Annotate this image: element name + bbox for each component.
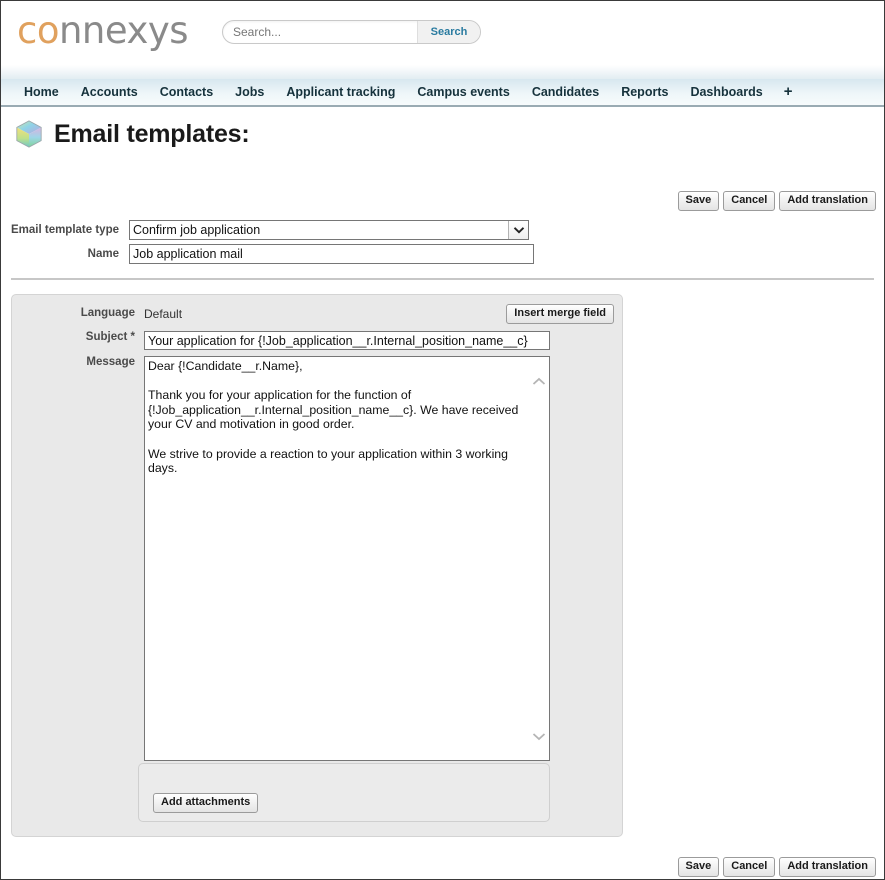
nav-item-accounts[interactable]: Accounts: [70, 79, 149, 105]
message-textarea-wrap: [144, 356, 550, 761]
cancel-button-bottom[interactable]: Cancel: [723, 857, 776, 877]
template-type-label: Email template type: [10, 224, 119, 236]
cube-icon: [16, 120, 42, 148]
template-type-row: Email template type Confirm job applicat…: [1, 220, 561, 240]
language-value: Default: [144, 307, 183, 321]
template-meta-form: Email template type Confirm job applicat…: [1, 220, 561, 268]
subject-input[interactable]: [144, 331, 550, 350]
page-header: connexys Search: [1, 1, 884, 65]
language-row: Language Default Insert merge field: [12, 295, 622, 324]
add-translation-button-bottom[interactable]: Add translation: [779, 857, 876, 877]
template-type-select[interactable]: Confirm job application: [129, 220, 529, 240]
translation-panel: Language Default Insert merge field Subj…: [11, 294, 623, 837]
chevron-up-icon[interactable]: [531, 373, 547, 389]
template-name-input[interactable]: [129, 244, 534, 264]
nav-item-contacts[interactable]: Contacts: [149, 79, 224, 105]
search-input[interactable]: [223, 21, 417, 43]
connexys-logo[interactable]: connexys: [17, 9, 189, 53]
subject-row: Subject *: [12, 324, 622, 350]
nav-item-candidates[interactable]: Candidates: [521, 79, 610, 105]
page-title-row: Email templates:: [1, 119, 250, 149]
save-button-top[interactable]: Save: [677, 191, 720, 211]
attachments-area: Add attachments: [138, 763, 550, 822]
nav-item-home[interactable]: Home: [13, 79, 70, 105]
search-button[interactable]: Search: [417, 21, 480, 43]
template-name-label: Name: [87, 248, 119, 260]
chevron-down-icon-scroll[interactable]: [531, 728, 547, 744]
add-translation-button-top[interactable]: Add translation: [779, 191, 876, 211]
bottom-action-buttons: Save Cancel Add translation: [677, 857, 876, 877]
message-textarea[interactable]: [144, 356, 550, 761]
logo-suffix: nnexys: [58, 9, 189, 52]
save-button-bottom[interactable]: Save: [677, 857, 720, 877]
app-window: connexys Search Home Accounts Contacts J…: [0, 0, 885, 880]
nav-item-reports[interactable]: Reports: [610, 79, 679, 105]
global-search: Search: [222, 20, 481, 44]
message-row: Message: [12, 350, 622, 761]
language-label: Language: [80, 307, 135, 319]
top-action-buttons: Save Cancel Add translation: [677, 191, 876, 211]
nav-item-applicant-tracking[interactable]: Applicant tracking: [275, 79, 406, 105]
nav-item-dashboards[interactable]: Dashboards: [679, 79, 773, 105]
header-gradient: [1, 65, 884, 79]
page-title: Email templates:: [54, 119, 250, 148]
attachments-button-wrap: Add attachments: [153, 793, 259, 813]
message-label: Message: [86, 356, 135, 368]
logo-prefix: co: [17, 9, 59, 52]
subject-label: Subject *: [85, 331, 135, 343]
nav-item-jobs[interactable]: Jobs: [224, 79, 275, 105]
insert-merge-field-button[interactable]: Insert merge field: [506, 304, 614, 324]
nav-item-campus-events[interactable]: Campus events: [406, 79, 520, 105]
main-navigation: Home Accounts Contacts Jobs Applicant tr…: [1, 79, 884, 107]
merge-field-wrap: Insert merge field: [506, 304, 614, 324]
nav-item-add-tab[interactable]: +: [774, 79, 803, 105]
template-type-select-wrap: Confirm job application: [129, 220, 529, 240]
cancel-button-top[interactable]: Cancel: [723, 191, 776, 211]
section-divider: [11, 278, 874, 280]
template-name-row: Name: [1, 244, 561, 264]
add-attachments-button[interactable]: Add attachments: [153, 793, 259, 813]
